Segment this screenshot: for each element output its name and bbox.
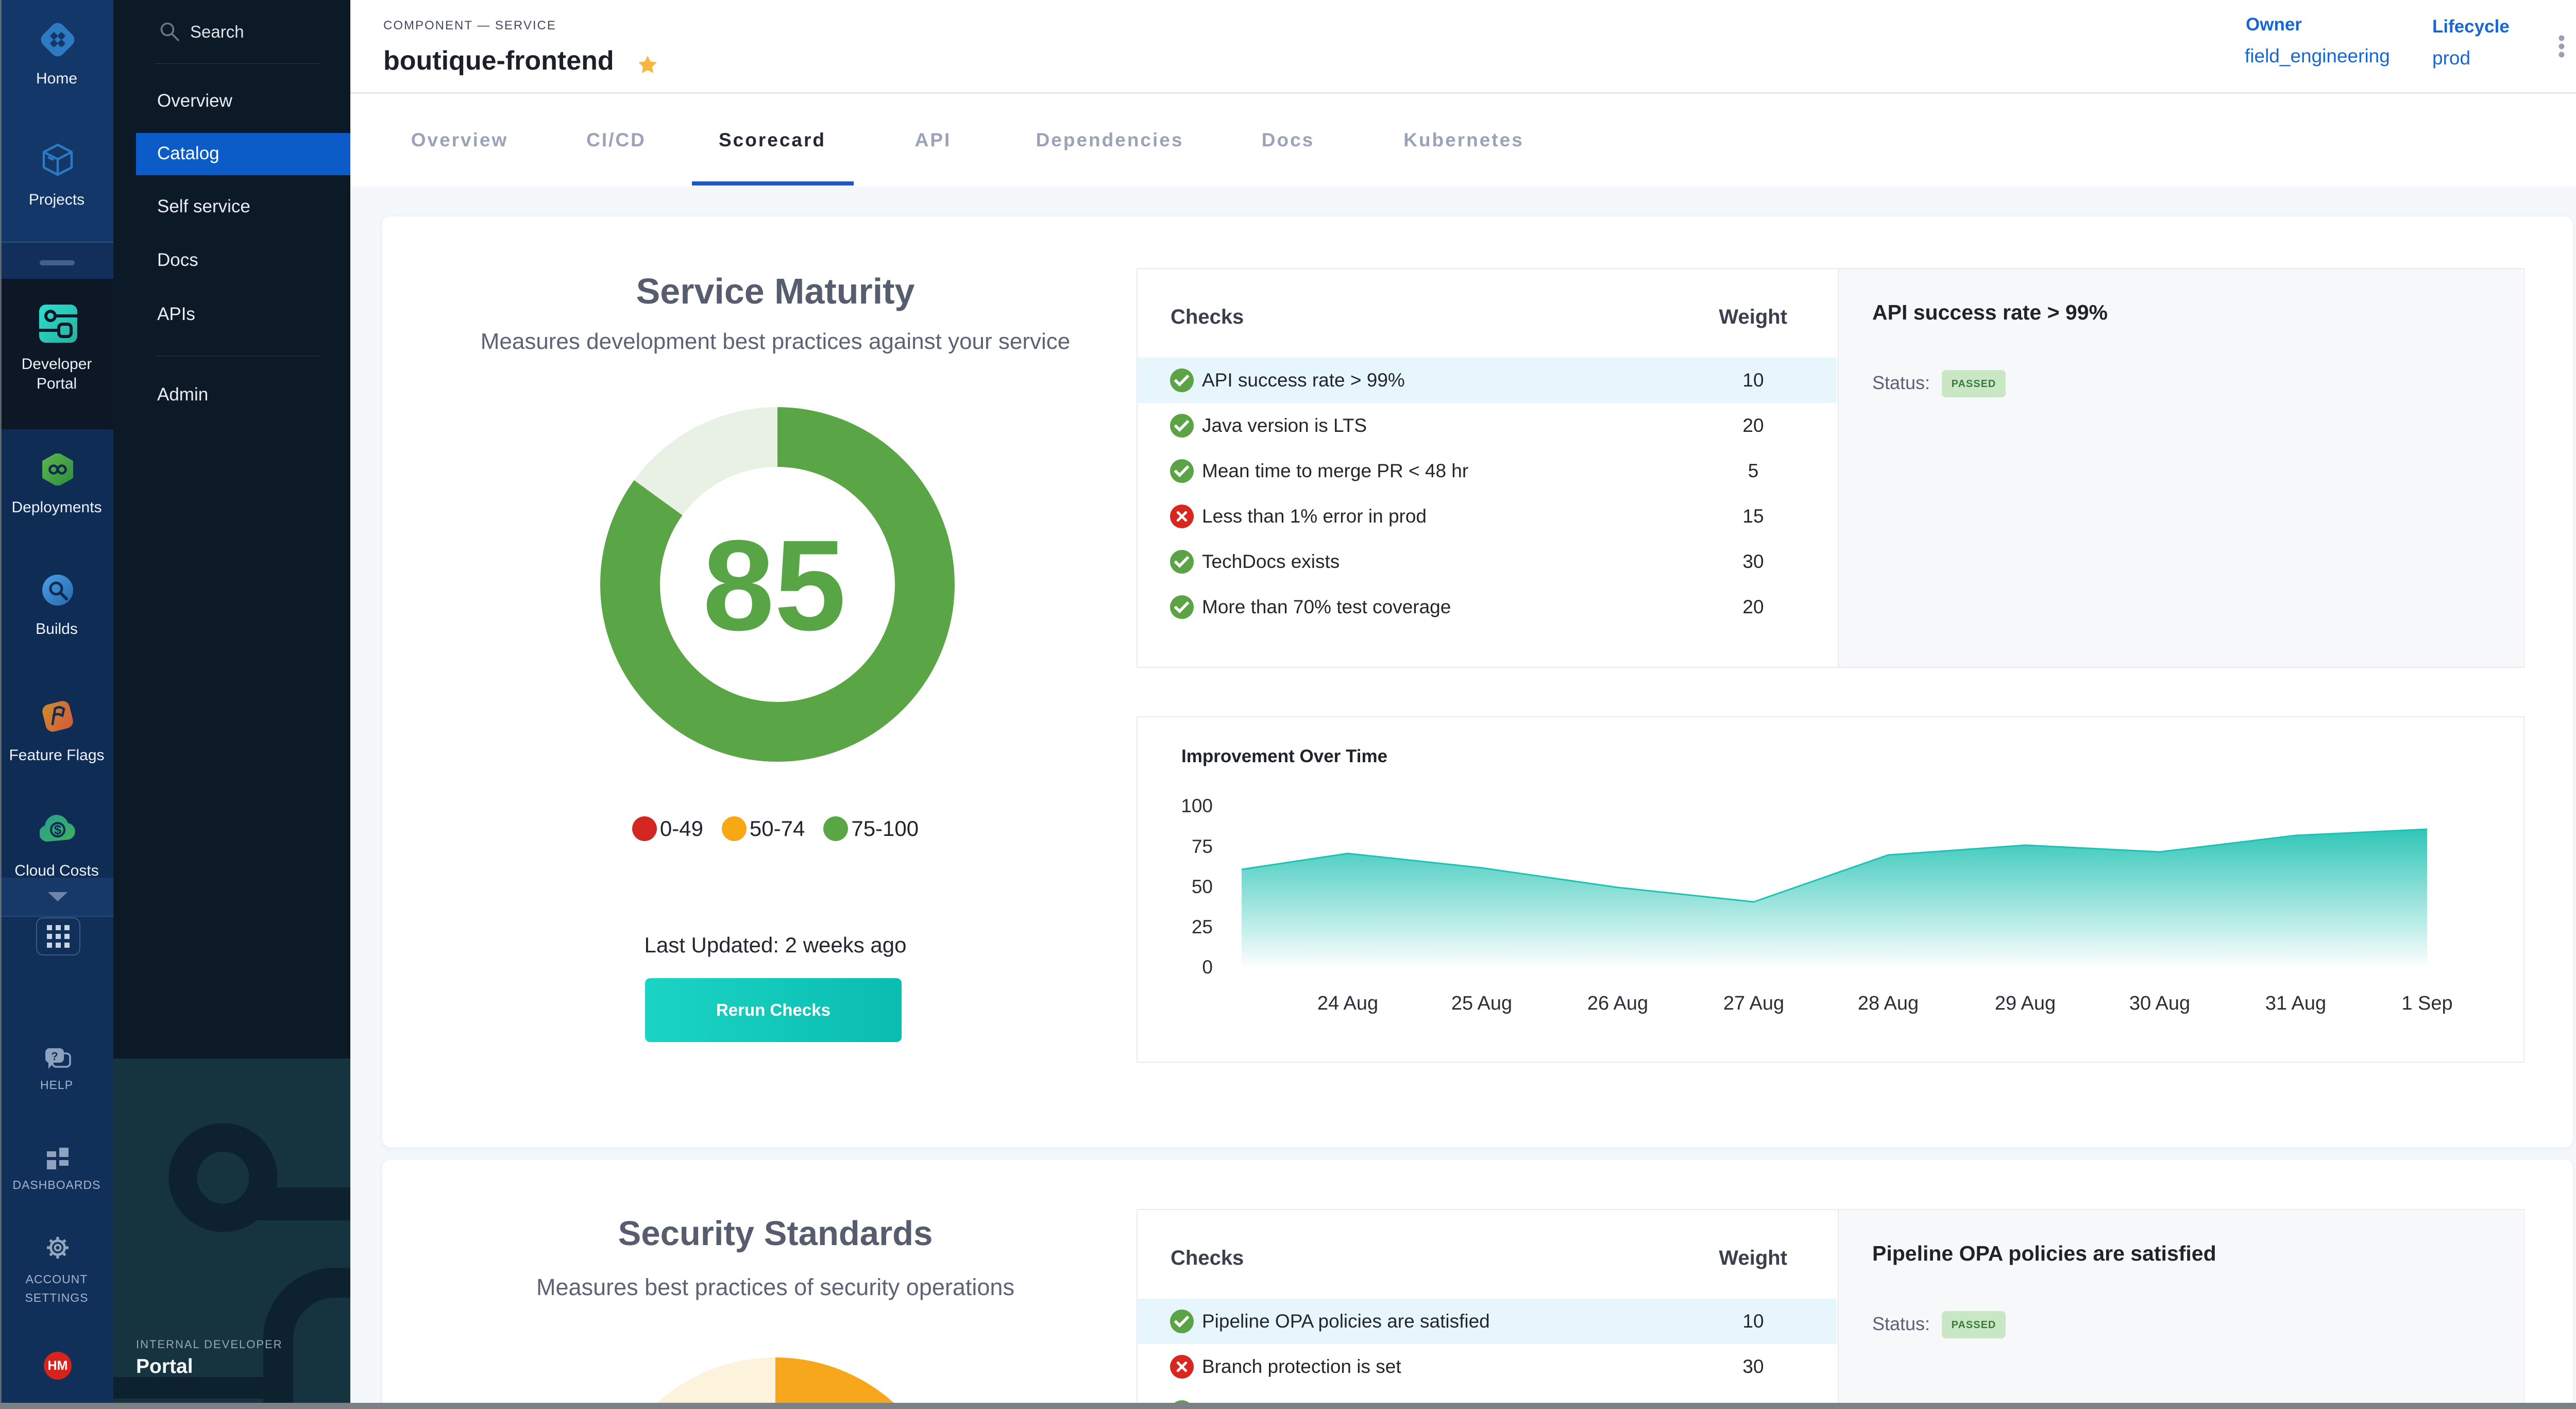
svg-text:$: $ — [54, 822, 62, 837]
svg-text:?: ? — [51, 1050, 58, 1063]
svg-text:85: 85 — [703, 513, 846, 657]
